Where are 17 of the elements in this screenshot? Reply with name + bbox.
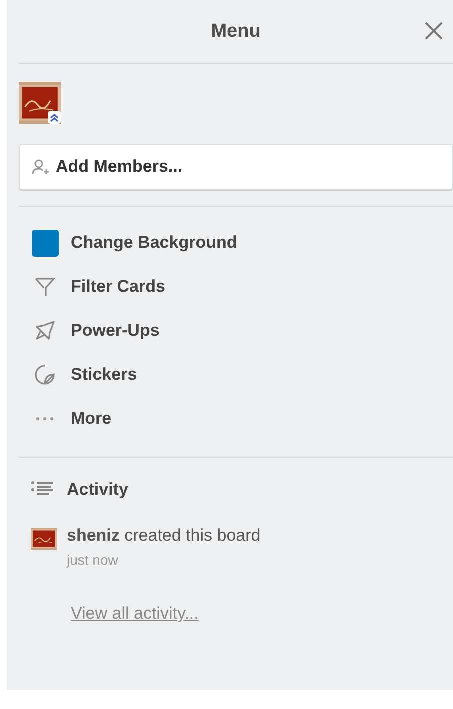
add-members-button[interactable]: Add Members... bbox=[19, 144, 453, 190]
menu-item[interactable]: Change Background bbox=[31, 221, 453, 265]
panel-title: Menu bbox=[211, 20, 261, 42]
funnel-icon bbox=[34, 276, 56, 298]
menu-item[interactable]: More bbox=[31, 397, 453, 441]
close-icon[interactable] bbox=[423, 20, 445, 42]
add-person-icon bbox=[32, 158, 50, 176]
chevron-badge-icon bbox=[48, 111, 61, 124]
menu-item[interactable]: Stickers bbox=[31, 353, 453, 397]
rocket-icon bbox=[34, 320, 56, 342]
activity-time: just now bbox=[67, 552, 120, 568]
section-title: Activity bbox=[67, 480, 128, 500]
sticker-icon bbox=[34, 364, 56, 386]
activity-text: sheniz created this board bbox=[67, 526, 261, 546]
menu-item[interactable]: Power-Ups bbox=[31, 309, 453, 353]
menu-item[interactable]: Filter Cards bbox=[31, 265, 453, 309]
ellipsis-icon bbox=[36, 417, 54, 421]
